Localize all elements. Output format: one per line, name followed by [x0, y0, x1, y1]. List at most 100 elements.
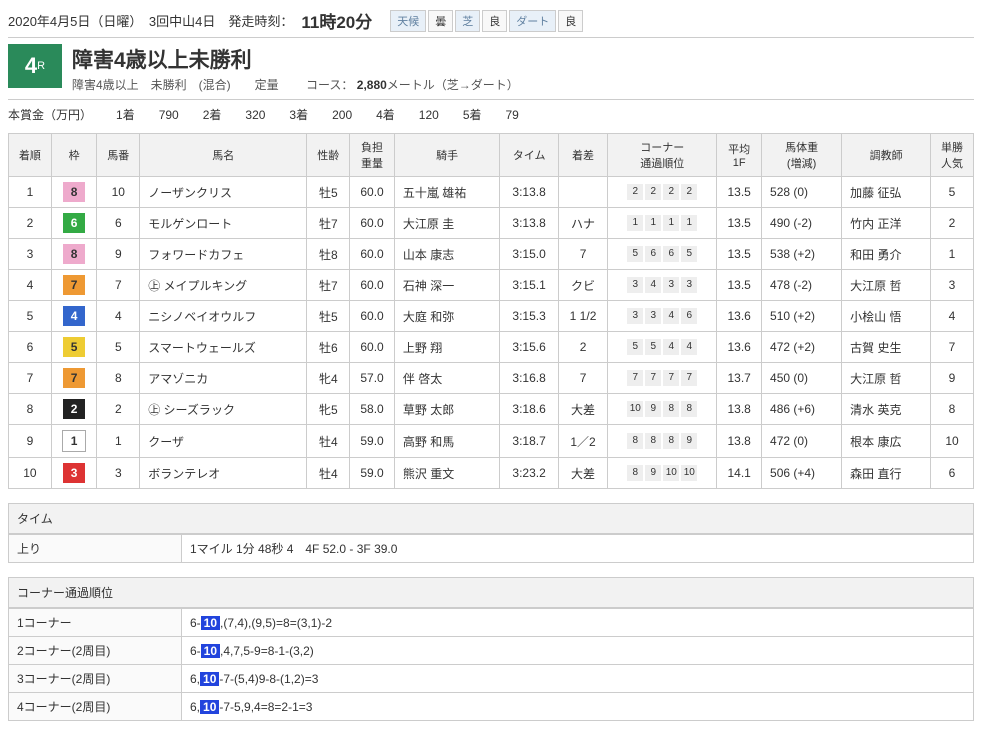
race-title: 障害4歳以上未勝利: [72, 44, 974, 74]
trainer[interactable]: 竹内 正洋: [842, 208, 931, 239]
prize-label: 本賞金（万円）: [8, 108, 92, 122]
corner-highlight: 10: [200, 700, 219, 714]
horse-name[interactable]: ㊤ シーズラック: [140, 394, 307, 425]
time-label: 上り: [9, 535, 182, 563]
waku-badge: 8: [63, 182, 85, 202]
avg-1f: 13.6: [717, 301, 762, 332]
avg-1f: 13.5: [717, 270, 762, 301]
jockey[interactable]: 草野 太郎: [394, 394, 499, 425]
corner-cell: 8889: [608, 425, 717, 458]
col-header: 単勝人気: [931, 134, 974, 177]
jockey[interactable]: 大江原 圭: [394, 208, 499, 239]
corner-cell: 1111: [608, 208, 717, 239]
trainer[interactable]: 大江原 哲: [842, 363, 931, 394]
corner-pos: 8: [645, 433, 661, 449]
diff: クビ: [558, 270, 607, 301]
horse-name[interactable]: ㊤ メイプルキング: [140, 270, 307, 301]
horse-name[interactable]: クーザ: [140, 425, 307, 458]
corner-cell: 2222: [608, 177, 717, 208]
prize-row: 本賞金（万円）1着 7902着 3203着 2004着 1205着 79: [8, 106, 974, 123]
jockey[interactable]: 伴 啓太: [394, 363, 499, 394]
corner-cell: 10988: [608, 394, 717, 425]
horse-name[interactable]: ニシノベイオウルフ: [140, 301, 307, 332]
prize-item: 1着 790: [116, 108, 179, 122]
jockey[interactable]: 上野 翔: [394, 332, 499, 363]
rank: 5: [9, 301, 52, 332]
corner-label: 2コーナー(2周目): [9, 637, 182, 665]
sex-age: 牝5: [307, 394, 350, 425]
horse-name[interactable]: モルゲンロート: [140, 208, 307, 239]
table-row: 3 8 9 フォワードカフェ 牡8 60.0 山本 康志 3:15.0 7 56…: [9, 239, 974, 270]
diff: [558, 177, 607, 208]
time-row: 上り 1マイル 1分 48秒 4 4F 52.0 - 3F 39.0: [9, 535, 974, 563]
corner-pos: 6: [681, 308, 697, 324]
sex-age: 牡8: [307, 239, 350, 270]
weight: 60.0: [350, 301, 395, 332]
horse-num: 4: [97, 301, 140, 332]
horse-num: 3: [97, 458, 140, 489]
trainer[interactable]: 大江原 哲: [842, 270, 931, 301]
time-section-title: タイム: [8, 503, 974, 534]
trainer[interactable]: 加藤 征弘: [842, 177, 931, 208]
jockey[interactable]: 五十嵐 雄祐: [394, 177, 499, 208]
horse-num: 1: [97, 425, 140, 458]
corner-pos: 3: [681, 277, 697, 293]
corner-row: 3コーナー(2周目) 6,10-7-(5,4)9-8-(1,2)=3: [9, 665, 974, 693]
sex-age: 牡4: [307, 458, 350, 489]
horse-num: 10: [97, 177, 140, 208]
trainer[interactable]: 古賀 史生: [842, 332, 931, 363]
waku-badge: 2: [63, 399, 85, 419]
corner-pos: 1: [663, 215, 679, 231]
prize-item: 3着 200: [289, 108, 352, 122]
horse-name[interactable]: アマゾニカ: [140, 363, 307, 394]
trainer[interactable]: 清水 英克: [842, 394, 931, 425]
corner-cell: 5544: [608, 332, 717, 363]
jockey[interactable]: 熊沢 重文: [394, 458, 499, 489]
corner-pos: 5: [681, 246, 697, 262]
popularity: 3: [931, 270, 974, 301]
jockey[interactable]: 石神 深一: [394, 270, 499, 301]
corner-pos: 9: [645, 401, 661, 417]
jockey[interactable]: 高野 和馬: [394, 425, 499, 458]
jockey[interactable]: 大庭 和弥: [394, 301, 499, 332]
corner-cell: 3433: [608, 270, 717, 301]
horse-name[interactable]: ノーザンクリス: [140, 177, 307, 208]
sex-age: 牡7: [307, 270, 350, 301]
horse-name[interactable]: ボランテレオ: [140, 458, 307, 489]
waku-cell: 4: [51, 301, 97, 332]
time-value: 1マイル 1分 48秒 4 4F 52.0 - 3F 39.0: [182, 535, 974, 563]
trainer[interactable]: 小桧山 悟: [842, 301, 931, 332]
col-header: 調教師: [842, 134, 931, 177]
sex-age: 牝4: [307, 363, 350, 394]
time: 3:13.8: [500, 208, 559, 239]
diff: 1／2: [558, 425, 607, 458]
horse-name[interactable]: フォワードカフェ: [140, 239, 307, 270]
rank: 10: [9, 458, 52, 489]
weight: 60.0: [350, 208, 395, 239]
trainer[interactable]: 根本 康広: [842, 425, 931, 458]
weather-label: 芝: [455, 10, 480, 32]
waku-badge: 1: [62, 430, 86, 452]
weather-value: 曇: [428, 10, 453, 32]
corner-order: 6,10-7-5,9,4=8=2-1=3: [182, 693, 974, 721]
weather-label: ダート: [509, 10, 556, 32]
time: 3:15.0: [500, 239, 559, 270]
corner-highlight: 10: [201, 644, 220, 658]
waku-cell: 8: [51, 177, 97, 208]
waku-cell: 7: [51, 363, 97, 394]
diff: 7: [558, 239, 607, 270]
time: 3:18.6: [500, 394, 559, 425]
waku-badge: 4: [63, 306, 85, 326]
jockey[interactable]: 山本 康志: [394, 239, 499, 270]
rank: 6: [9, 332, 52, 363]
result-table: 着順枠馬番馬名性齢負担重量騎手タイム着差コーナー通過順位平均1F馬体重(増減)調…: [8, 133, 974, 489]
corner-highlight: 10: [201, 616, 220, 630]
horse-name[interactable]: スマートウェールズ: [140, 332, 307, 363]
weather-box: 天候曇芝良ダート良: [390, 10, 583, 32]
corner-pos: 8: [663, 401, 679, 417]
trainer[interactable]: 森田 直行: [842, 458, 931, 489]
trainer[interactable]: 和田 勇介: [842, 239, 931, 270]
date-info: 2020年4月5日（日曜） 3回中山4日 発走時刻：: [8, 11, 293, 30]
col-header: 着順: [9, 134, 52, 177]
col-header: 騎手: [394, 134, 499, 177]
